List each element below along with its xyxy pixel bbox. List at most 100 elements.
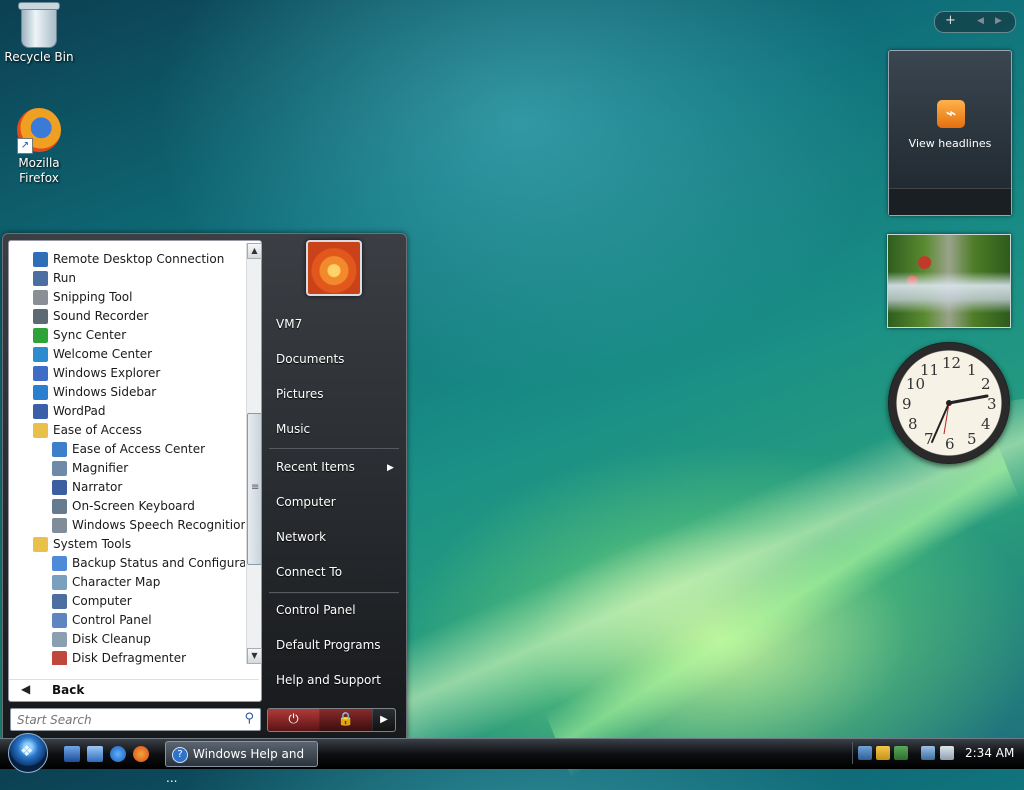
program-item[interactable]: Ease of Access — [33, 421, 142, 440]
taskbar-clock[interactable]: 2:34 AM — [965, 746, 1014, 760]
microphone-icon — [33, 309, 48, 324]
divider — [269, 448, 399, 450]
clock-numeral: 12 — [942, 354, 962, 372]
power-controls: ⏻ 🔒 ▶ — [267, 708, 396, 732]
security-shield-icon[interactable] — [876, 746, 890, 760]
computer-icon — [52, 594, 67, 609]
network-sharing-icon[interactable] — [858, 746, 872, 760]
start-button[interactable]: ❖ — [8, 733, 48, 773]
clock-numeral: 11 — [920, 361, 940, 379]
program-label: Backup Status and Configuration — [72, 556, 245, 570]
windows-defender-icon[interactable] — [894, 746, 908, 760]
program-item[interactable]: Sync Center — [33, 326, 126, 345]
clock-gadget[interactable]: 12 1 2 3 4 5 6 7 8 9 10 11 — [888, 342, 1010, 464]
program-item[interactable]: Control Panel — [52, 611, 152, 630]
program-list-scrollbar[interactable]: ▲ ≡ ▼ — [246, 243, 262, 664]
sidebar-controls: + ◀ ▶ — [934, 11, 1016, 33]
lock-button[interactable]: 🔒 — [320, 709, 372, 731]
program-item[interactable]: Remote Desktop Connection — [33, 250, 224, 269]
scroll-thumb[interactable]: ≡ — [247, 413, 262, 565]
desktop-icon-recycle-bin[interactable]: Recycle Bin — [1, 2, 77, 64]
help-and-support-link[interactable]: Help and Support — [276, 673, 381, 687]
program-item[interactable]: Magnifier — [52, 459, 128, 478]
computer-link[interactable]: Computer — [276, 495, 336, 509]
scroll-up-button[interactable]: ▲ — [247, 243, 262, 259]
documents-link[interactable]: Documents — [276, 352, 344, 366]
program-item[interactable]: System Tools — [33, 535, 131, 554]
switch-windows-icon[interactable] — [87, 746, 103, 762]
show-desktop-icon[interactable] — [64, 746, 80, 762]
chevron-right-icon: ▶ — [387, 463, 394, 473]
internet-explorer-icon[interactable] — [110, 746, 126, 762]
clock-numeral: 4 — [981, 415, 991, 433]
program-item[interactable]: Snipping Tool — [33, 288, 132, 307]
character-map-icon — [52, 575, 67, 590]
control-panel-link[interactable]: Control Panel — [276, 603, 356, 617]
recycle-bin-icon — [18, 2, 60, 48]
network-link[interactable]: Network — [276, 530, 326, 544]
program-item[interactable]: Sound Recorder — [33, 307, 148, 326]
default-programs-link[interactable]: Default Programs — [276, 638, 381, 652]
shortcut-arrow-icon: ↗ — [17, 138, 33, 154]
program-label: On-Screen Keyboard — [72, 499, 195, 513]
program-item[interactable]: Run — [33, 269, 76, 288]
program-item[interactable]: Character Map — [52, 573, 160, 592]
program-item[interactable]: Disk Cleanup — [52, 630, 151, 649]
program-label: Snipping Tool — [53, 290, 133, 304]
program-item[interactable]: Backup Status and Configuration — [52, 554, 245, 573]
help-icon: ? — [172, 746, 188, 763]
start-search-box[interactable]: ⚲ — [10, 708, 261, 731]
program-item[interactable]: On-Screen Keyboard — [52, 497, 195, 516]
add-gadget-button[interactable]: + — [945, 13, 956, 28]
power-options-button[interactable]: ▶ — [373, 709, 395, 731]
user-name-link[interactable]: VM7 — [276, 317, 302, 331]
connect-to-link[interactable]: Connect To — [276, 565, 342, 579]
folder-icon — [33, 537, 48, 552]
power-button[interactable]: ⏻ — [268, 709, 319, 731]
user-picture[interactable] — [306, 240, 362, 296]
pictures-link[interactable]: Pictures — [276, 387, 324, 401]
program-label: Disk Defragmenter — [72, 651, 187, 665]
explorer-icon — [33, 366, 48, 381]
clock-numeral: 6 — [945, 435, 955, 453]
volume-muted-icon[interactable] — [940, 746, 954, 760]
program-item[interactable]: Windows Speech Recognition — [52, 516, 245, 535]
firefox-quicklaunch-icon[interactable] — [133, 746, 149, 762]
program-item[interactable]: Windows Sidebar — [33, 383, 156, 402]
taskbar-button-windows-help[interactable]: ? Windows Help and ... — [165, 741, 318, 785]
program-label: Windows Explorer — [53, 366, 161, 380]
network-icon[interactable] — [921, 746, 935, 760]
program-label: WordPad — [53, 404, 106, 418]
next-gadget-button[interactable]: ▶ — [995, 16, 1002, 26]
program-item[interactable]: Disk Defragmenter — [52, 649, 186, 665]
program-item[interactable]: WordPad — [33, 402, 106, 421]
program-item[interactable]: Ease of Access Center — [52, 440, 205, 459]
program-label: System Tools — [53, 537, 132, 551]
backup-icon — [52, 556, 67, 571]
program-item[interactable]: Narrator — [52, 478, 122, 497]
program-label: Computer — [72, 594, 132, 608]
program-item[interactable]: Welcome Center — [33, 345, 152, 364]
back-button[interactable]: ◀ Back — [9, 679, 259, 702]
clock-numeral: 7 — [924, 430, 934, 448]
feed-headlines-gadget[interactable]: ⌁ View headlines — [888, 50, 1012, 216]
program-label: Character Map — [72, 575, 161, 589]
scroll-down-button[interactable]: ▼ — [247, 648, 262, 664]
program-label: Windows Speech Recognition — [72, 518, 245, 532]
program-item[interactable]: Computer — [52, 592, 132, 611]
program-label: Run — [53, 271, 77, 285]
prev-gadget-button[interactable]: ◀ — [977, 16, 984, 26]
search-input[interactable] — [15, 711, 239, 729]
taskbar: ❖ ? Windows Help and ... 2:34 AM — [0, 733, 1024, 785]
slideshow-gadget[interactable] — [887, 234, 1011, 328]
recent-items-link[interactable]: Recent Items — [276, 460, 355, 474]
program-item[interactable]: Windows Explorer — [33, 364, 160, 383]
wordpad-icon — [33, 404, 48, 419]
clock-numeral: 8 — [908, 415, 918, 433]
search-icon: ⚲ — [244, 711, 254, 726]
clock-numeral: 1 — [967, 361, 977, 379]
desktop-icon-firefox[interactable]: ↗ Mozilla Firefox — [1, 108, 77, 186]
speech-icon — [52, 518, 67, 533]
chevron-right-icon: ▶ — [380, 714, 388, 725]
music-link[interactable]: Music — [276, 422, 310, 436]
